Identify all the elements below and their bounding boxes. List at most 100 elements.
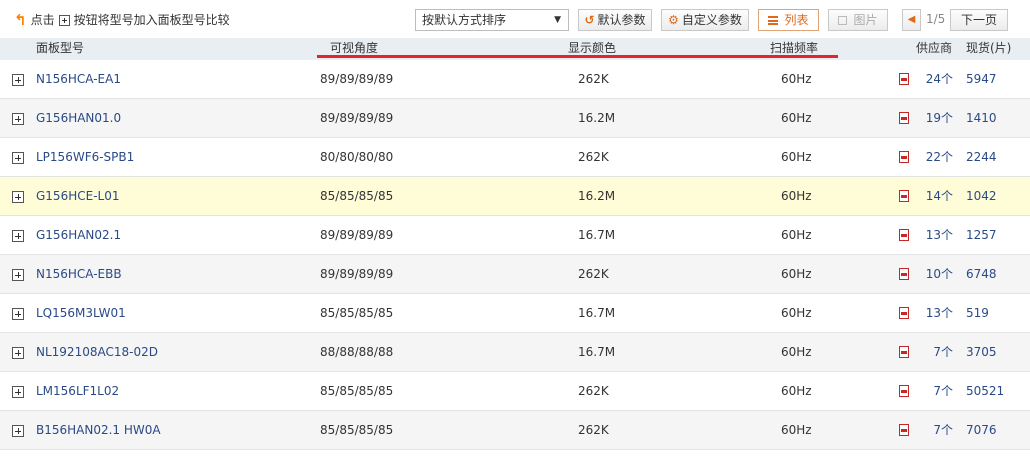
display-color: 262K xyxy=(578,267,609,281)
pdf-icon[interactable] xyxy=(899,190,909,202)
stock-count[interactable]: 50521 xyxy=(966,372,1004,410)
model-link[interactable]: LQ156M3LW01 xyxy=(36,294,126,332)
supplier-count[interactable]: 13个 xyxy=(926,216,953,254)
pdf-icon[interactable] xyxy=(899,73,909,85)
supplier-count[interactable]: 24个 xyxy=(926,60,953,98)
viewing-angle: 89/89/89/89 xyxy=(320,111,394,125)
add-compare-icon[interactable] xyxy=(12,347,24,359)
supplier-count[interactable]: 22个 xyxy=(926,138,953,176)
list-view-button[interactable]: 列表 xyxy=(758,9,819,31)
table-row: G156HAN02.1 89/89/89/89 16.7M 60Hz 13个 1257 xyxy=(0,216,1030,255)
add-compare-icon[interactable] xyxy=(12,308,24,320)
display-color: 16.2M xyxy=(578,189,616,203)
list-view-label: 列表 xyxy=(784,13,809,27)
table-row: N156HCA-EA1 89/89/89/89 262K 60Hz 24个 5947 xyxy=(0,60,1030,99)
table-row: B156HAN02.1 HW0A 85/85/85/85 262K 60Hz 7个 707… xyxy=(0,411,1030,450)
display-color: 16.7M xyxy=(578,345,616,359)
model-link[interactable]: N156HCA-EBB xyxy=(36,255,122,293)
viewing-angle: 89/89/89/89 xyxy=(320,267,394,281)
stock-count[interactable]: 2244 xyxy=(966,138,997,176)
stock-count[interactable]: 1410 xyxy=(966,99,997,137)
custom-params-button[interactable]: ⚙ 自定义参数 xyxy=(661,9,749,31)
page-indicator: 1/5 xyxy=(926,12,946,26)
add-compare-icon[interactable] xyxy=(12,230,24,242)
add-compare-icon[interactable] xyxy=(12,113,24,125)
add-compare-icon[interactable] xyxy=(12,425,24,437)
display-color: 16.7M xyxy=(578,228,616,242)
custom-params-label: 自定义参数 xyxy=(681,13,742,27)
hint-suffix: 按钮将型号加入面板型号比较 xyxy=(73,13,230,27)
model-link[interactable]: N156HCA-EA1 xyxy=(36,60,121,98)
table-row: NL192108AC18-02D 88/88/88/88 16.7M 60Hz 7个 37… xyxy=(0,333,1030,372)
model-link[interactable]: LM156LF1L02 xyxy=(36,372,119,410)
scan-frequency: 60Hz xyxy=(781,345,812,359)
supplier-count[interactable]: 14个 xyxy=(926,177,953,215)
add-compare-icon[interactable] xyxy=(12,269,24,281)
picture-view-button[interactable]: 图片 xyxy=(828,9,888,31)
pdf-icon[interactable] xyxy=(899,229,909,241)
scan-frequency: 60Hz xyxy=(781,423,812,437)
supplier-count[interactable]: 10个 xyxy=(926,255,953,293)
picture-view-label: 图片 xyxy=(853,13,878,27)
model-link[interactable]: LP156WF6-SPB1 xyxy=(36,138,134,176)
supplier-count[interactable]: 7个 xyxy=(933,411,953,449)
viewing-angle: 85/85/85/85 xyxy=(320,306,394,320)
stock-count[interactable]: 519 xyxy=(966,294,989,332)
return-arrow-icon: ↰ xyxy=(14,11,27,29)
viewing-angle: 89/89/89/89 xyxy=(320,72,394,86)
column-header-supplier[interactable]: 供应商 xyxy=(916,38,952,58)
supplier-count[interactable]: 7个 xyxy=(933,333,953,371)
display-color: 16.2M xyxy=(578,111,616,125)
model-link[interactable]: G156HCE-L01 xyxy=(36,177,119,215)
scan-frequency: 60Hz xyxy=(781,111,812,125)
hint-prefix: 点击 xyxy=(30,13,55,27)
scan-frequency: 60Hz xyxy=(781,72,812,86)
dropdown-arrow-icon: ▼ xyxy=(554,15,561,25)
reset-icon: ↺ xyxy=(584,13,595,27)
supplier-count[interactable]: 19个 xyxy=(926,99,953,137)
stock-count[interactable]: 3705 xyxy=(966,333,997,371)
supplier-count[interactable]: 13个 xyxy=(926,294,953,332)
add-compare-icon[interactable] xyxy=(12,152,24,164)
pdf-icon[interactable] xyxy=(899,112,909,124)
stock-count[interactable]: 1042 xyxy=(966,177,997,215)
add-compare-icon[interactable] xyxy=(12,74,24,86)
default-params-button[interactable]: ↺ 默认参数 xyxy=(578,9,652,31)
display-color: 16.7M xyxy=(578,306,616,320)
highlight-underline xyxy=(317,55,838,58)
pdf-icon[interactable] xyxy=(899,268,909,280)
viewing-angle: 88/88/88/88 xyxy=(320,345,394,359)
model-link[interactable]: G156HAN02.1 xyxy=(36,216,121,254)
stock-count[interactable]: 6748 xyxy=(966,255,997,293)
pdf-icon[interactable] xyxy=(899,151,909,163)
model-link[interactable]: B156HAN02.1 HW0A xyxy=(36,411,161,449)
viewing-angle: 85/85/85/85 xyxy=(320,384,394,398)
model-link[interactable]: NL192108AC18-02D xyxy=(36,333,158,371)
pdf-icon[interactable] xyxy=(899,346,909,358)
scan-frequency: 60Hz xyxy=(781,306,812,320)
stock-count[interactable]: 1257 xyxy=(966,216,997,254)
scan-frequency: 60Hz xyxy=(781,228,812,242)
model-link[interactable]: G156HAN01.0 xyxy=(36,99,121,137)
pdf-icon[interactable] xyxy=(899,385,909,397)
column-header-stock[interactable]: 现货(片) xyxy=(966,38,1011,58)
supplier-count[interactable]: 7个 xyxy=(933,372,953,410)
add-compare-icon[interactable] xyxy=(12,386,24,398)
pdf-icon[interactable] xyxy=(899,424,909,436)
pdf-icon[interactable] xyxy=(899,307,909,319)
stock-count[interactable]: 7076 xyxy=(966,411,997,449)
table-row: LQ156M3LW01 85/85/85/85 16.7M 60Hz 13个 519 xyxy=(0,294,1030,333)
sort-select[interactable]: 按默认方式排序 ▼ xyxy=(415,9,569,31)
column-header-model[interactable]: 面板型号 xyxy=(36,38,84,58)
scan-frequency: 60Hz xyxy=(781,150,812,164)
add-compare-icon[interactable] xyxy=(12,191,24,203)
prev-page-button[interactable]: ◀ xyxy=(902,9,921,31)
scan-frequency: 60Hz xyxy=(781,384,812,398)
display-color: 262K xyxy=(578,423,609,437)
next-page-button[interactable]: 下一页 xyxy=(950,9,1008,31)
display-color: 262K xyxy=(578,384,609,398)
stock-count[interactable]: 5947 xyxy=(966,60,997,98)
table-row: G156HCE-L01 85/85/85/85 16.2M 60Hz 14个 1042 xyxy=(0,177,1030,216)
settings-icon: ⚙ xyxy=(668,13,679,27)
scan-frequency: 60Hz xyxy=(781,267,812,281)
